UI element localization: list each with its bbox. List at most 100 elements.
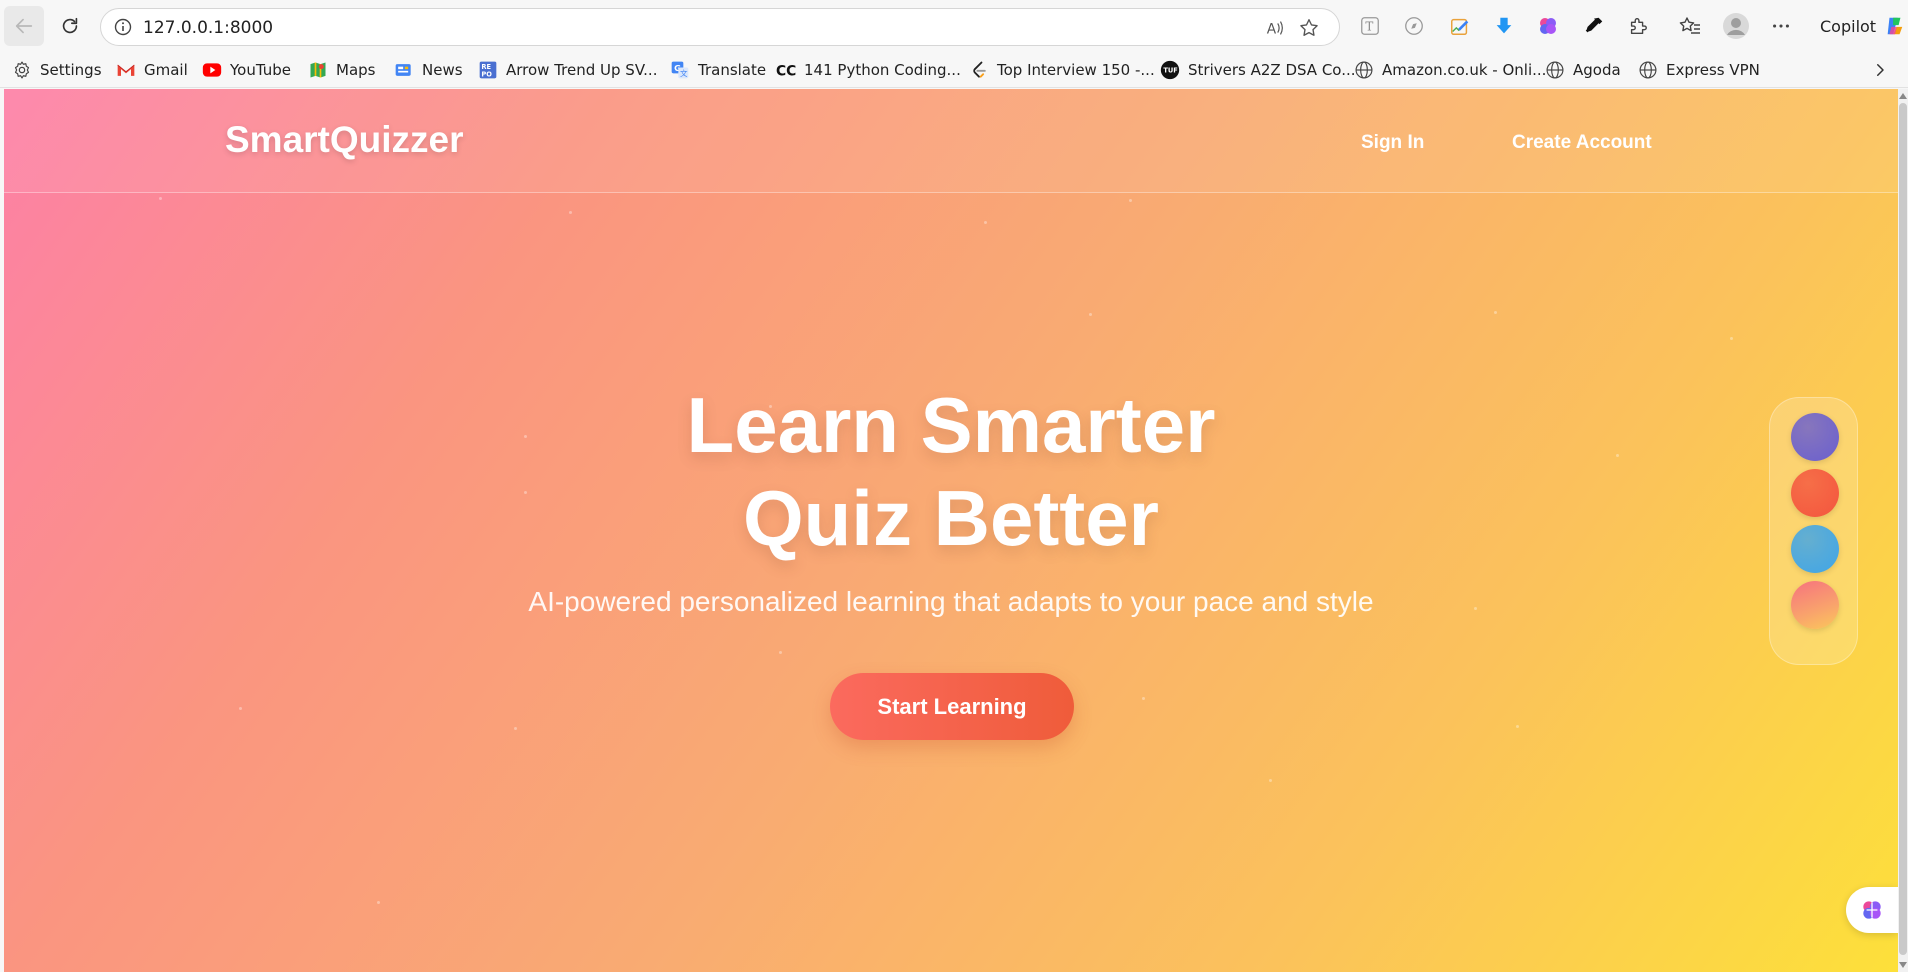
svg-text:TUF: TUF — [1163, 67, 1178, 75]
bookmark-arrow-trend-up[interactable]: RE PO Arrow Trend Up SV... — [478, 58, 657, 82]
bookmark-python-coding[interactable]: CC 141 Python Coding... — [776, 58, 961, 82]
translate-icon: G文 — [670, 60, 690, 80]
start-learning-button[interactable]: Start Learning — [830, 673, 1074, 740]
bookmark-label: 141 Python Coding... — [804, 61, 961, 79]
hero-title-line-2: Quiz Better — [742, 474, 1160, 562]
tuf-icon: TUF — [1160, 60, 1180, 80]
arrow-left-icon — [15, 18, 33, 34]
bookmarks-bar: Settings Gmail YouTube Maps News RE PO Ar… — [0, 52, 1908, 88]
copilot-button[interactable]: Copilot — [1796, 8, 1906, 44]
leetcode-icon — [969, 60, 989, 80]
bookmark-label: Strivers A2Z DSA Co... — [1188, 61, 1356, 79]
particle-dot — [569, 211, 572, 214]
news-icon — [394, 60, 414, 80]
edit-image-extension-icon[interactable] — [1446, 12, 1474, 40]
bookmark-amazon[interactable]: Amazon.co.uk - Onli... — [1354, 58, 1546, 82]
particle-dot — [1269, 779, 1272, 782]
bookmark-label: Express VPN — [1666, 61, 1760, 79]
repo-icon: RE PO — [478, 60, 498, 80]
back-button[interactable] — [4, 6, 44, 46]
reload-button[interactable] — [50, 6, 90, 46]
bookmark-label: YouTube — [230, 61, 291, 79]
svg-text:CC: CC — [776, 63, 796, 79]
theme-swatch-blue[interactable] — [1791, 525, 1839, 573]
particle-dot — [514, 727, 517, 730]
bookmark-youtube[interactable]: YouTube — [202, 58, 291, 82]
theme-swatch-sunset[interactable] — [1791, 581, 1839, 629]
bookmark-translate[interactable]: G文 Translate — [670, 58, 766, 82]
bookmark-label: Agoda — [1573, 61, 1621, 79]
download-extension-icon[interactable] — [1490, 12, 1518, 40]
bookmark-news[interactable]: News — [394, 58, 463, 82]
svg-text:PO: PO — [481, 71, 492, 79]
theme-switcher — [1769, 397, 1858, 665]
bookmark-strivers[interactable]: TUF Strivers A2Z DSA Co... — [1160, 58, 1356, 82]
particle-dot — [1142, 697, 1145, 700]
reload-icon — [62, 17, 78, 34]
read-aloud-icon[interactable]: A — [1263, 16, 1287, 40]
create-account-link[interactable]: Create Account — [1512, 132, 1652, 154]
particle-dot — [1730, 337, 1733, 340]
hero-subtitle: AI-powered personalized learning that ad… — [528, 586, 1374, 617]
extensions-puzzle-icon[interactable] — [1624, 12, 1652, 40]
scroll-up-arrow-icon[interactable] — [1899, 93, 1907, 99]
url-text[interactable]: 127.0.0.1:8000 — [143, 18, 273, 38]
bookmark-label: Top Interview 150 -... — [997, 61, 1155, 79]
site-header: SmartQuizzer Sign In Create Account — [4, 89, 1898, 193]
bookmark-express-vpn[interactable]: Express VPN — [1638, 58, 1760, 82]
particle-dot — [159, 197, 162, 200]
youtube-icon — [202, 60, 222, 80]
globe-icon — [1545, 60, 1565, 80]
bookmark-maps[interactable]: Maps — [308, 58, 375, 82]
hero-title: Learn Smarter Quiz Better — [4, 379, 1898, 565]
particle-dot — [1494, 311, 1497, 314]
sign-in-link[interactable]: Sign In — [1361, 132, 1424, 154]
theme-swatch-red[interactable] — [1791, 469, 1839, 517]
particle-dot — [239, 707, 242, 710]
more-menu-icon[interactable] — [1767, 12, 1795, 40]
favorite-star-icon[interactable] — [1297, 16, 1321, 40]
bookmark-label: Gmail — [144, 61, 188, 79]
particle-dot — [1089, 313, 1092, 316]
bookmark-label: Maps — [336, 61, 376, 79]
bookmark-label: Settings — [40, 61, 102, 79]
scroll-thumb[interactable] — [1899, 103, 1907, 955]
gmail-icon — [116, 60, 136, 80]
hero-title-line-1: Learn Smarter — [686, 381, 1216, 469]
eyedropper-extension-icon[interactable] — [1580, 12, 1608, 40]
particle-dot — [779, 651, 782, 654]
particle-dot — [1516, 725, 1519, 728]
svg-text:T: T — [1365, 20, 1373, 34]
bookmark-settings[interactable]: Settings — [12, 58, 102, 82]
profile-avatar-icon[interactable] — [1720, 10, 1752, 42]
compass-extension-icon[interactable] — [1400, 12, 1428, 40]
svg-text:A: A — [1267, 22, 1277, 38]
gear-icon — [12, 60, 32, 80]
cc-icon: CC — [776, 60, 796, 80]
bookmark-agoda[interactable]: Agoda — [1545, 58, 1621, 82]
info-icon[interactable] — [113, 17, 133, 37]
bookmark-label: Translate — [698, 61, 767, 79]
chevron-right-icon[interactable] — [1866, 56, 1894, 84]
theme-swatch-purple[interactable] — [1791, 413, 1839, 461]
address-bar[interactable]: 127.0.0.1:8000 A — [100, 8, 1340, 46]
maps-icon — [308, 60, 328, 80]
particle-dot — [1129, 199, 1132, 202]
bookmark-label: News — [422, 61, 463, 79]
brain-extension-icon[interactable] — [1534, 12, 1562, 40]
page-scrollbar[interactable] — [1898, 89, 1908, 972]
particle-dot — [984, 221, 987, 224]
page-viewport: SmartQuizzer Sign In Create Account Lear… — [4, 89, 1898, 972]
copilot-label: Copilot — [1820, 16, 1877, 36]
bookmark-label: Arrow Trend Up SV... — [506, 61, 658, 79]
site-logo[interactable]: SmartQuizzer — [225, 119, 464, 161]
text-extension-icon[interactable]: T — [1356, 12, 1384, 40]
globe-icon — [1638, 60, 1658, 80]
bookmark-top-interview[interactable]: Top Interview 150 -... — [969, 58, 1155, 82]
bookmark-gmail[interactable]: Gmail — [116, 58, 188, 82]
ai-assistant-button[interactable] — [1846, 887, 1898, 933]
brain-icon — [1863, 901, 1881, 919]
bookmark-label: Amazon.co.uk - Onli... — [1382, 61, 1547, 79]
scroll-down-arrow-icon[interactable] — [1899, 962, 1907, 968]
favorites-icon[interactable] — [1676, 12, 1704, 40]
